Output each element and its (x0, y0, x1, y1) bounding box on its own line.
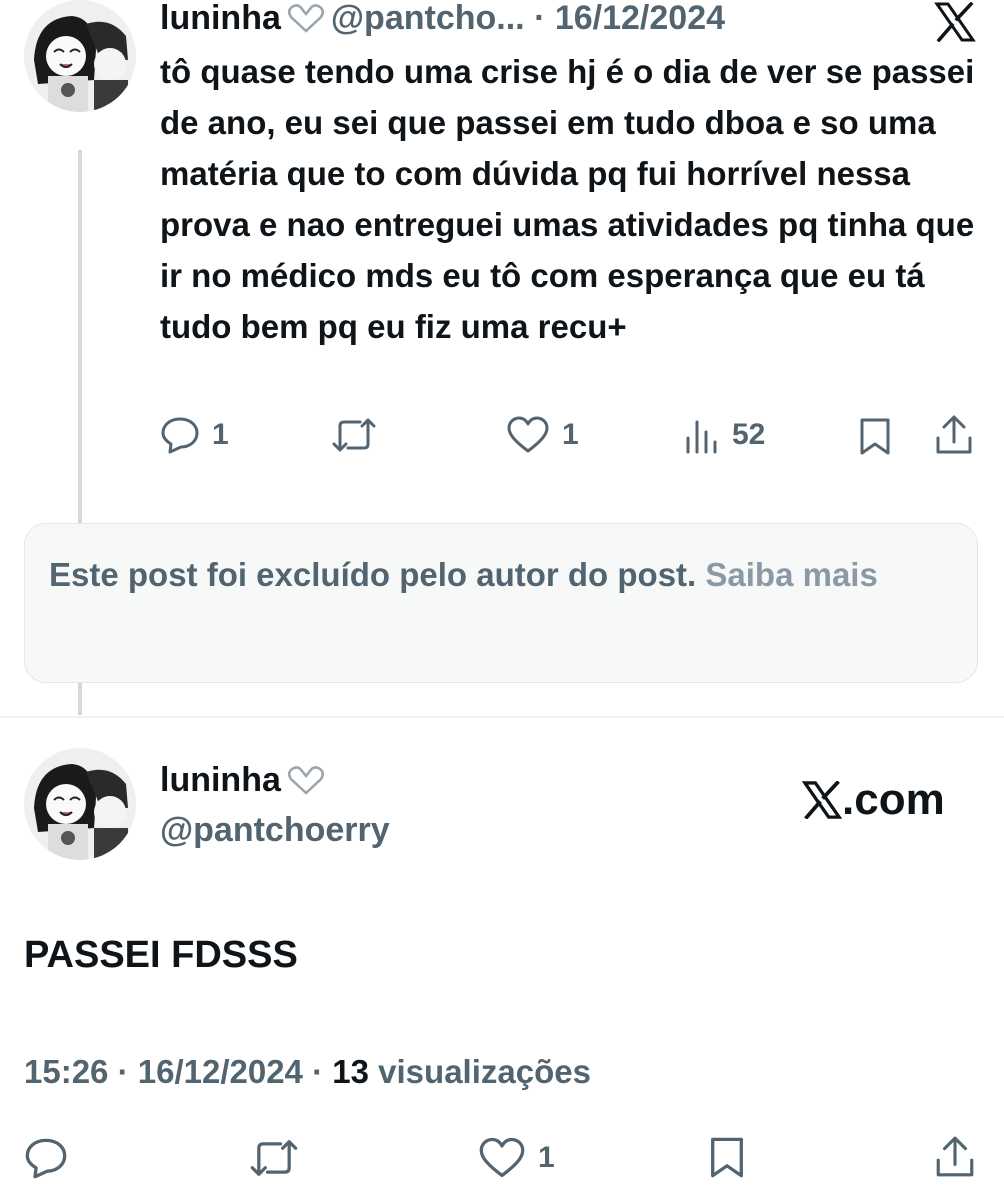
tweet1-text: tô quase tendo uma crise hj é o dia de v… (160, 53, 975, 345)
separator: · (117, 1053, 129, 1090)
post-time[interactable]: 15:26 (24, 1053, 108, 1090)
repost-button[interactable] (330, 416, 390, 454)
bookmark-button[interactable] (858, 416, 892, 456)
like-count: 1 (562, 418, 579, 451)
tweet2-meta: 15:26 · 16/12/2024 · 13 visualizações (24, 1048, 591, 1096)
brand-domain: .com (842, 775, 945, 824)
reply-icon (161, 417, 199, 454)
x-com-brand[interactable]: .com (802, 775, 945, 825)
views-button[interactable]: 52 (684, 416, 765, 454)
like-button[interactable]: 1 (506, 416, 579, 454)
share-icon (936, 415, 972, 454)
share-button[interactable] (934, 1135, 976, 1179)
view-label: visualizações (378, 1053, 591, 1090)
bookmark-button[interactable] (708, 1135, 746, 1179)
reply-icon (25, 1138, 67, 1179)
heart-hands-emoji-icon (287, 0, 325, 44)
heart-icon (479, 1137, 525, 1178)
display-name[interactable]: luninha (160, 0, 281, 37)
reply-button[interactable]: 1 (160, 416, 229, 454)
handle[interactable]: @pantchoerry (160, 808, 390, 852)
deleted-post-notice: Este post foi excluído pelo autor do pos… (24, 523, 978, 683)
post-date[interactable]: 16/12/2024 (138, 1053, 303, 1090)
like-button[interactable]: 1 (478, 1137, 555, 1179)
learn-more-link[interactable]: Saiba mais (705, 556, 877, 593)
reply-button[interactable] (24, 1137, 68, 1179)
like-count: 1 (538, 1141, 555, 1174)
x-logo-icon[interactable] (934, 1, 976, 47)
separator: · (312, 1053, 324, 1090)
share-button[interactable] (934, 414, 974, 456)
tweet1-header: luninha @pantcho... · 16/12/2024 (160, 0, 725, 44)
tweet2-display-name-row: luninha (160, 758, 331, 806)
heart-icon (507, 416, 549, 453)
repost-icon (250, 1140, 298, 1176)
repost-button[interactable] (248, 1137, 300, 1179)
divider (0, 716, 1004, 718)
avatar[interactable] (24, 0, 136, 112)
handle[interactable]: @pantcho... (331, 0, 525, 37)
view-count: 13 (332, 1053, 369, 1090)
heart-hands-emoji-icon (287, 762, 325, 806)
deleted-notice-text: Este post foi excluído pelo autor do pos… (49, 552, 949, 597)
avatar-image (24, 748, 136, 860)
tweet1-actions: 1 1 52 (0, 412, 1004, 462)
reply-count: 1 (212, 418, 229, 451)
view-count: 52 (732, 418, 766, 451)
repost-icon (332, 418, 376, 452)
post-date[interactable]: 16/12/2024 (555, 0, 725, 37)
share-icon (936, 1136, 974, 1177)
avatar-image (24, 0, 136, 112)
bookmark-icon (711, 1137, 743, 1178)
bookmark-icon (860, 418, 890, 455)
x-logo-icon (802, 781, 842, 819)
avatar[interactable] (24, 748, 136, 860)
tweet2-text: PASSEI FDSSS (24, 934, 298, 976)
views-icon (686, 420, 717, 454)
display-name[interactable]: luninha (160, 761, 281, 799)
separator: · (534, 0, 546, 37)
tweet2-actions: 1 (0, 1135, 1004, 1185)
deleted-notice-message: Este post foi excluído pelo autor do pos… (49, 556, 697, 593)
